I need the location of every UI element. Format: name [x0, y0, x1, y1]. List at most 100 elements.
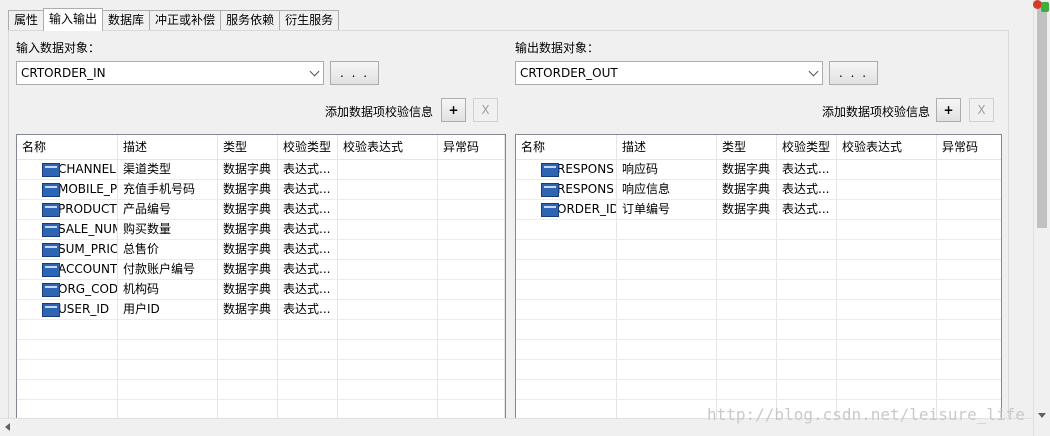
output-add-button[interactable]: +: [936, 98, 961, 122]
column-header-type[interactable]: 类型: [717, 135, 777, 159]
input-remove-button[interactable]: X: [473, 98, 498, 122]
field-error-code-cell: [937, 380, 1001, 399]
field-type-cell: 数据字典: [717, 180, 777, 199]
dropdown-arrow-icon[interactable]: [808, 66, 819, 77]
table-row[interactable]: ORG_COD 机构码 数据字典 表达式...: [17, 280, 505, 300]
empty-table-row[interactable]: [516, 320, 1001, 340]
empty-table-row[interactable]: [516, 380, 1001, 400]
output-browse-button[interactable]: . . .: [829, 61, 878, 85]
column-header-check-expression[interactable]: 校验表达式: [338, 135, 438, 159]
tab-reversal-compensation[interactable]: 冲正或补偿: [149, 10, 222, 30]
empty-table-row[interactable]: [516, 300, 1001, 320]
tab-derived-service[interactable]: 衍生服务: [279, 10, 340, 30]
field-type-cell: 数据字典: [218, 180, 278, 199]
empty-table-row[interactable]: [516, 220, 1001, 240]
empty-table-row[interactable]: [17, 320, 505, 340]
column-header-error-code[interactable]: 异常码: [438, 135, 505, 159]
field-check-type-cell: [777, 300, 837, 319]
empty-table-row[interactable]: [516, 360, 1001, 380]
empty-table-row[interactable]: [17, 400, 505, 420]
empty-table-row[interactable]: [17, 340, 505, 360]
field-error-code-cell: [937, 260, 1001, 279]
field-check-type-cell: 表达式...: [777, 200, 837, 219]
green-leaf-icon: [1041, 2, 1049, 12]
field-icon: [42, 183, 60, 197]
column-header-error-code[interactable]: 异常码: [937, 135, 1001, 159]
field-check-type-cell: [777, 340, 837, 359]
field-check-expression-cell: [837, 360, 937, 379]
table-row[interactable]: RESPONS 响应信息 数据字典 表达式...: [516, 180, 1001, 200]
field-check-type-cell: [278, 400, 338, 419]
field-error-code-cell: [937, 340, 1001, 359]
column-header-check-type[interactable]: 校验类型: [777, 135, 837, 159]
scroll-thumb[interactable]: [1037, 8, 1047, 228]
table-row[interactable]: USER_ID 用户ID 数据字典 表达式...: [17, 300, 505, 320]
empty-table-row[interactable]: [516, 280, 1001, 300]
field-name-cell: [516, 400, 617, 419]
field-desc-cell: 响应码: [617, 160, 717, 179]
field-error-code-cell: [438, 220, 505, 239]
field-check-type-cell: [777, 240, 837, 259]
corner-badge-icon: [1033, 0, 1050, 14]
column-header-desc[interactable]: 描述: [118, 135, 218, 159]
field-name-cell: ACCOUNT: [17, 260, 118, 279]
field-type-cell: [218, 320, 278, 339]
field-check-type-cell: 表达式...: [278, 240, 338, 259]
scroll-down-icon[interactable]: [1038, 413, 1046, 418]
field-desc-cell: 付款账户编号: [118, 260, 218, 279]
field-desc-cell: [617, 240, 717, 259]
tab-database[interactable]: 数据库: [102, 10, 151, 30]
table-row[interactable]: PRODUCT 产品编号 数据字典 表达式...: [17, 200, 505, 220]
field-check-expression-cell: [338, 180, 438, 199]
field-icon: [42, 203, 60, 217]
empty-table-row[interactable]: [17, 380, 505, 400]
field-desc-cell: [617, 220, 717, 239]
field-error-code-cell: [438, 280, 505, 299]
table-row[interactable]: ACCOUNT 付款账户编号 数据字典 表达式...: [17, 260, 505, 280]
field-desc-cell: [118, 380, 218, 399]
field-error-code-cell: [438, 360, 505, 379]
field-icon: [541, 163, 559, 177]
field-desc-cell: 机构码: [118, 280, 218, 299]
field-type-cell: [717, 260, 777, 279]
vertical-scrollbar[interactable]: [1033, 0, 1050, 436]
empty-table-row[interactable]: [17, 360, 505, 380]
column-header-name[interactable]: 名称: [17, 135, 118, 159]
empty-table-row[interactable]: [516, 340, 1001, 360]
field-name-cell: [516, 300, 617, 319]
table-row[interactable]: RESPONS 响应码 数据字典 表达式...: [516, 160, 1001, 180]
field-desc-cell: [617, 280, 717, 299]
field-check-type-cell: 表达式...: [777, 160, 837, 179]
table-row[interactable]: ORDER_ID 订单编号 数据字典 表达式...: [516, 200, 1001, 220]
table-row[interactable]: MOBILE_P 充值手机号码 数据字典 表达式...: [17, 180, 505, 200]
column-header-name[interactable]: 名称: [516, 135, 617, 159]
column-header-check-type[interactable]: 校验类型: [278, 135, 338, 159]
table-header: 名称 描述 类型 校验类型 校验表达式 异常码: [17, 135, 505, 160]
field-desc-cell: [118, 320, 218, 339]
empty-table-row[interactable]: [516, 260, 1001, 280]
tab-input-output[interactable]: 输入输出: [43, 8, 104, 31]
dropdown-arrow-icon[interactable]: [309, 66, 320, 77]
tab-properties[interactable]: 属性: [8, 10, 45, 30]
table-row[interactable]: SALE_NUM 购买数量 数据字典 表达式...: [17, 220, 505, 240]
column-header-type[interactable]: 类型: [218, 135, 278, 159]
field-name-cell: PRODUCT: [17, 200, 118, 219]
output-object-select[interactable]: CRTORDER_OUT: [515, 61, 823, 85]
input-object-select[interactable]: CRTORDER_IN: [16, 61, 324, 85]
field-type-cell: [717, 380, 777, 399]
field-type-cell: 数据字典: [218, 200, 278, 219]
input-browse-button[interactable]: . . .: [330, 61, 379, 85]
empty-table-row[interactable]: [516, 240, 1001, 260]
output-remove-button[interactable]: X: [969, 98, 994, 122]
input-add-button[interactable]: +: [441, 98, 466, 122]
field-name-cell: [516, 280, 617, 299]
field-icon: [42, 163, 60, 177]
column-header-desc[interactable]: 描述: [617, 135, 717, 159]
scroll-left-icon[interactable]: [5, 423, 10, 431]
tab-service-dependency[interactable]: 服务依赖: [220, 10, 281, 30]
table-row[interactable]: SUM_PRIC 总售价 数据字典 表达式...: [17, 240, 505, 260]
column-header-check-expression[interactable]: 校验表达式: [837, 135, 937, 159]
field-name-cell: [516, 240, 617, 259]
table-row[interactable]: CHANNEL 渠道类型 数据字典 表达式...: [17, 160, 505, 180]
field-desc-cell: 购买数量: [118, 220, 218, 239]
